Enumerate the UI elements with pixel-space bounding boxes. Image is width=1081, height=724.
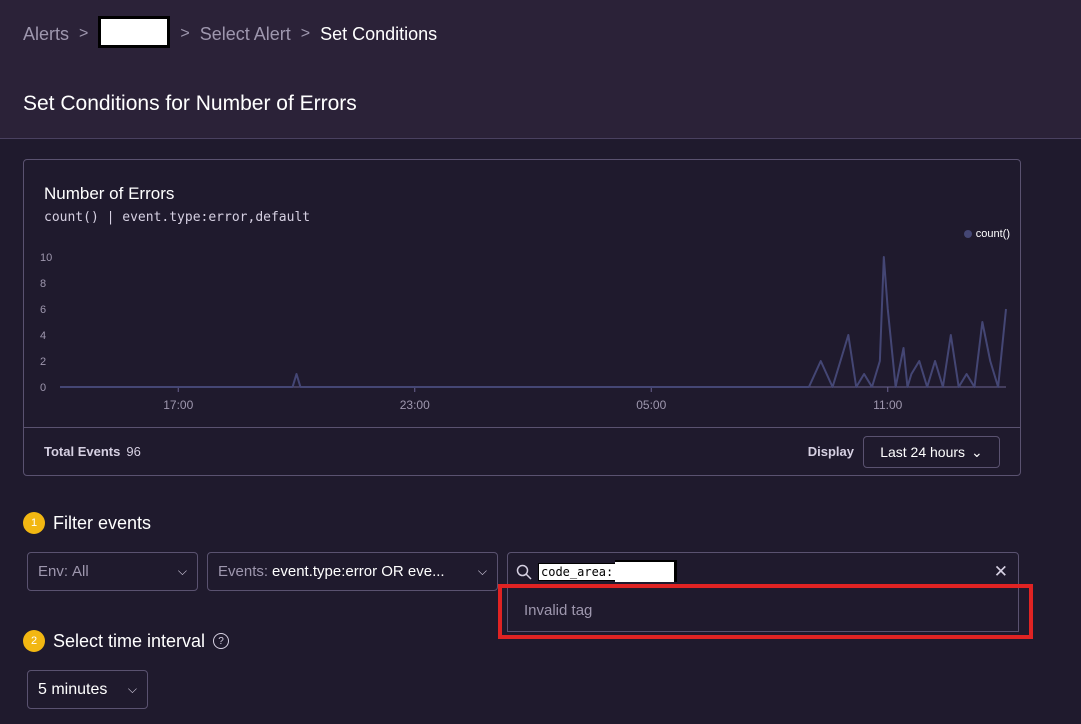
legend-label: count() [975, 228, 1010, 240]
chevron-down-icon: ⌵ [477, 564, 487, 578]
display-period-button[interactable]: Last 24 hours ⌄ [863, 436, 1000, 468]
step-label: Select time interval [53, 630, 206, 651]
display-period-value: Last 24 hours [880, 444, 966, 460]
events-select-key: Events: [218, 563, 269, 580]
breadcrumb-select-alert[interactable]: Select Alert [200, 24, 291, 45]
y-tick-label: 6 [40, 304, 46, 316]
breadcrumb-alerts[interactable]: Alerts [23, 24, 69, 45]
total-events-label: Total Events [44, 444, 121, 459]
total-events: Total Events 96 [44, 444, 141, 459]
step-filter-events: 1 Filter events [23, 512, 151, 534]
y-tick-label: 2 [40, 356, 46, 368]
breadcrumb-set-conditions: Set Conditions [320, 23, 438, 44]
chevron-down-icon: ⌄ [971, 443, 983, 460]
error-count-chart: 0 2 4 6 8 10 17:00 23:00 05:00 11:00 [40, 252, 1007, 412]
total-events-value: 96 [126, 444, 141, 459]
page-header: Alerts > > Select Alert > Set Conditions… [0, 0, 1081, 139]
redacted-project [98, 16, 171, 48]
breadcrumb: Alerts > > Select Alert > Set Conditions [23, 16, 438, 48]
chevron-right-icon: > [180, 25, 190, 42]
step-time-interval: 2 Select time interval ? [23, 630, 230, 652]
chart-query: count() | event.type:error,default [44, 210, 311, 225]
x-tick-label: 23:00 [400, 398, 430, 412]
interval-select-value: 5 minutes [38, 680, 108, 698]
chevron-down-icon: ⌵ [177, 564, 187, 578]
step-label: Filter events [53, 512, 152, 533]
chevron-right-icon: > [300, 25, 311, 42]
x-tick-label: 05:00 [636, 398, 666, 412]
step-number-badge: 2 [23, 630, 45, 652]
chart-title: Number of Errors [44, 184, 175, 203]
y-tick-label: 4 [40, 330, 46, 342]
annotation-highlight-box [498, 584, 1033, 639]
legend-dot-icon [963, 230, 972, 238]
display-label: Display [807, 444, 854, 459]
events-select[interactable]: Events: event.type:error OR eve... ⌵ [207, 552, 498, 591]
interval-select[interactable]: 5 minutes ⌵ [27, 670, 148, 709]
chevron-down-icon: ⌵ [127, 682, 137, 696]
x-tick-label: 17:00 [163, 398, 193, 412]
events-select-value: event.type:error OR eve... [272, 563, 445, 580]
series-line-count [60, 256, 1007, 388]
close-icon[interactable]: ✕ [994, 562, 1008, 582]
chevron-right-icon: > [79, 25, 89, 42]
chart-footer: Total Events 96 Display Last 24 hours ⌄ [24, 427, 1020, 475]
search-token[interactable]: code_area: [538, 563, 617, 581]
x-tick-label: 11:00 [873, 398, 902, 412]
env-select[interactable]: Env: All ⌵ [27, 552, 198, 591]
step-number-badge: 1 [23, 512, 45, 534]
env-select-key: Env: [38, 563, 69, 580]
page-title: Set Conditions for Number of Errors [23, 92, 357, 115]
chart-card: Number of Errors count() | event.type:er… [23, 159, 1021, 476]
search-icon [516, 564, 532, 580]
env-select-value: All [72, 563, 89, 580]
redacted-tag-value [615, 560, 677, 582]
chart-legend: count() [963, 228, 1010, 240]
y-tick-label: 8 [40, 278, 46, 290]
help-icon[interactable]: ? [213, 633, 230, 649]
y-tick-label: 10 [40, 252, 52, 264]
y-tick-label: 0 [40, 382, 46, 394]
